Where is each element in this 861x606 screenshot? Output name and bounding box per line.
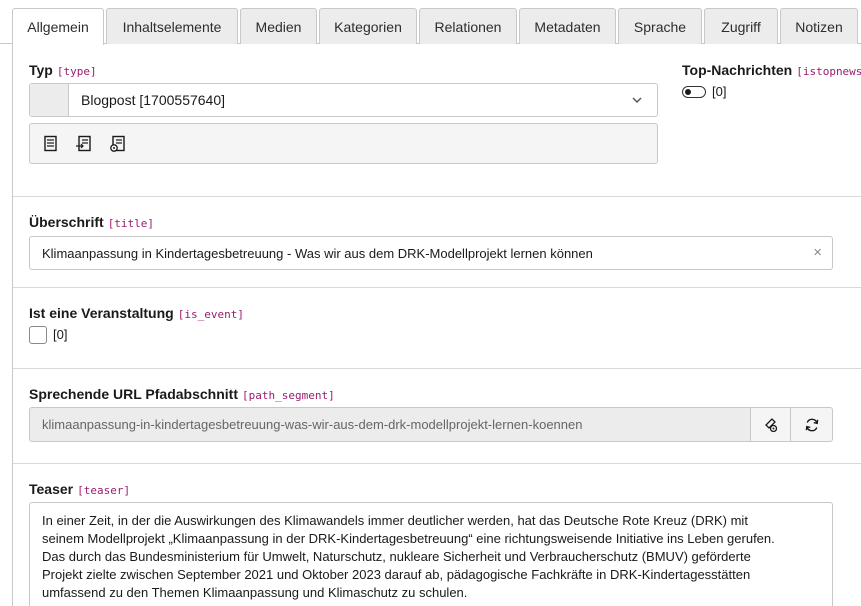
type-wizards <box>29 123 658 164</box>
divider <box>13 196 861 197</box>
tab-zugriff[interactable]: Zugriff <box>704 8 778 44</box>
refresh-icon <box>805 418 818 431</box>
top-news-label: Top-Nachrichten[istopnews] <box>682 62 861 78</box>
toggle-manual-edit-button[interactable] <box>750 407 791 442</box>
tab-inhaltselemente[interactable]: Inhaltselemente <box>106 8 238 44</box>
teaser-line: Das durch das Bundesministerium für Umwe… <box>42 549 751 564</box>
top-news-toggle-row: [0] <box>682 84 726 99</box>
path-segment-input[interactable]: klimaanpassung-in-kindertagesbetreuung-w… <box>29 407 751 442</box>
type-code: [type] <box>56 65 97 78</box>
record-edit-icon[interactable] <box>109 135 127 153</box>
teaser-line: In einer Zeit, in der die Auswirkungen d… <box>42 513 748 528</box>
tab-sprache[interactable]: Sprache <box>618 8 702 44</box>
clear-icon[interactable]: × <box>813 245 822 260</box>
chevron-down-icon <box>632 97 642 104</box>
form-panel: Typ [type] Blogpost [1700557640] Top-Nac… <box>12 44 861 606</box>
type-select-value: Blogpost [1700557640] <box>81 92 226 108</box>
title-code: [title] <box>107 217 155 230</box>
is-event-code: [is_event] <box>177 308 244 321</box>
is-event-checkbox[interactable] <box>29 326 47 344</box>
edit-lock-icon <box>764 417 777 432</box>
tab-allgemein[interactable]: Allgemein <box>12 8 104 45</box>
record-insert-icon[interactable] <box>75 135 93 153</box>
top-news-value: [0] <box>712 84 727 99</box>
path-segment-value: klimaanpassung-in-kindertagesbetreuung-w… <box>42 417 583 432</box>
divider <box>13 463 861 464</box>
top-news-toggle[interactable] <box>682 85 706 98</box>
title-input[interactable]: Klimaanpassung in Kindertagesbetreuung -… <box>29 236 833 270</box>
title-label: Überschrift [title] <box>29 214 155 230</box>
path-segment-label: Sprechende URL Pfadabschnitt [path_segmen… <box>29 386 335 402</box>
tab-metadaten[interactable]: Metadaten <box>519 8 616 44</box>
tab-relationen[interactable]: Relationen <box>419 8 517 44</box>
teaser-code: [teaser] <box>77 484 131 497</box>
teaser-label: Teaser [teaser] <box>29 481 131 497</box>
teaser-textarea[interactable]: In einer Zeit, in der die Auswirkungen d… <box>29 502 833 606</box>
is-event-label: Ist eine Veranstaltung [is_event] <box>29 305 244 321</box>
teaser-line: Projekt zielte zwischen September 2021 u… <box>42 567 751 582</box>
top-news-code: [istopnews] <box>796 65 861 78</box>
divider <box>13 368 861 369</box>
tab-bar: Allgemein Inhaltselemente Medien Kategor… <box>0 0 861 45</box>
path-segment-code: [path_segment] <box>242 389 335 402</box>
recalculate-slug-button[interactable] <box>790 407 833 442</box>
title-input-value: Klimaanpassung in Kindertagesbetreuung -… <box>42 246 593 261</box>
type-label: Typ [type] <box>29 62 97 78</box>
type-icon-cell <box>30 84 69 116</box>
tab-notizen[interactable]: Notizen <box>780 8 858 44</box>
type-select[interactable]: Blogpost [1700557640] <box>29 83 658 117</box>
record-list-icon[interactable] <box>42 135 60 153</box>
teaser-line: seinem Modellprojekt „Klimaanpassung in … <box>42 531 775 546</box>
tab-kategorien[interactable]: Kategorien <box>319 8 417 44</box>
teaser-line: umfassend zu den Themen Klimaanpassung u… <box>42 585 468 600</box>
is-event-value: [0] <box>53 327 68 342</box>
divider <box>13 287 861 288</box>
tab-medien[interactable]: Medien <box>240 8 317 44</box>
